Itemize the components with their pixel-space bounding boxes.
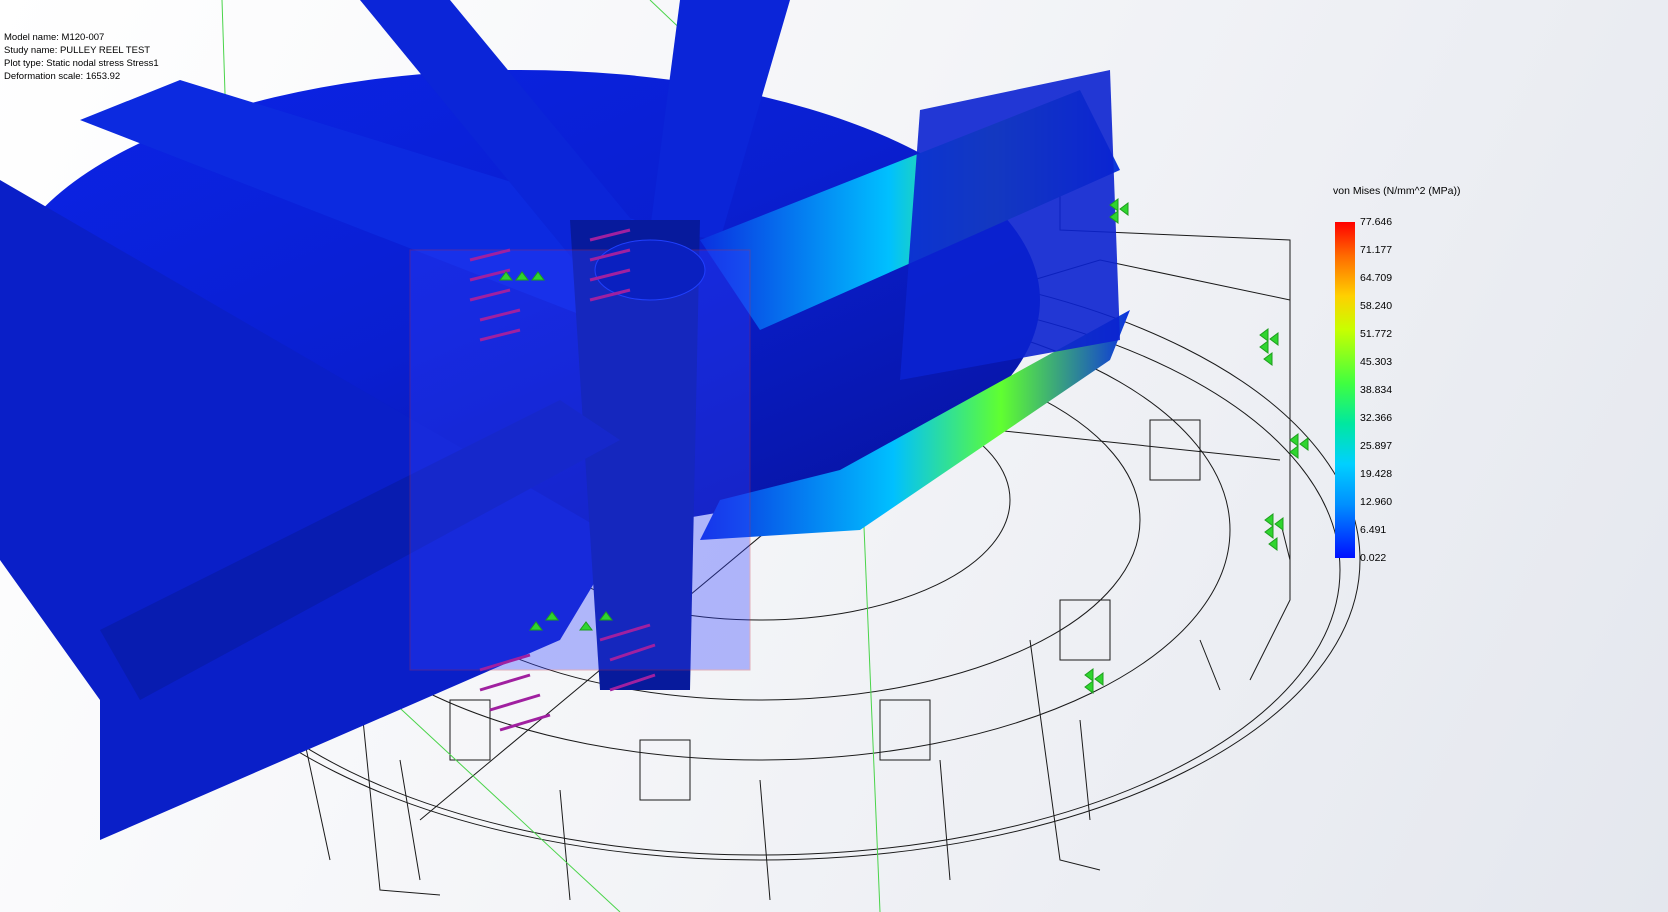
model-name: Model name: M120-007 (4, 32, 105, 43)
stress-legend[interactable]: von Mises (N/mm^2 (MPa)) 77.646 71.177 6… (1330, 185, 1500, 565)
color-scale-bar (1335, 222, 1355, 558)
legend-tick: 45.303 (1360, 356, 1393, 368)
legend-tick: 51.772 (1360, 328, 1393, 340)
legend-tick: 19.428 (1360, 468, 1393, 480)
model-info-panel: Model name: M120-007 Study name: PULLEY … (4, 31, 159, 83)
study-name: Study name: PULLEY REEL TEST (4, 45, 151, 56)
legend-tick: 58.240 (1360, 300, 1393, 312)
legend-tick: 64.709 (1360, 272, 1393, 284)
legend-tick: 77.646 (1360, 216, 1393, 228)
legend-tick: 6.491 (1360, 524, 1387, 536)
legend-tick: 38.834 (1360, 384, 1393, 396)
pulley-reel-model[interactable] (0, 0, 1130, 840)
legend-tick: 0.022 (1360, 552, 1387, 564)
legend-tick: 12.960 (1360, 496, 1393, 508)
plot-type: Plot type: Static nodal stress Stress1 (4, 58, 159, 69)
legend-title: von Mises (N/mm^2 (MPa)) (1333, 185, 1461, 197)
deformation-scale: Deformation scale: 1653.92 (4, 71, 121, 82)
legend-tick: 71.177 (1360, 244, 1393, 256)
legend-tick: 25.897 (1360, 440, 1393, 452)
legend-tick: 32.366 (1360, 412, 1393, 424)
